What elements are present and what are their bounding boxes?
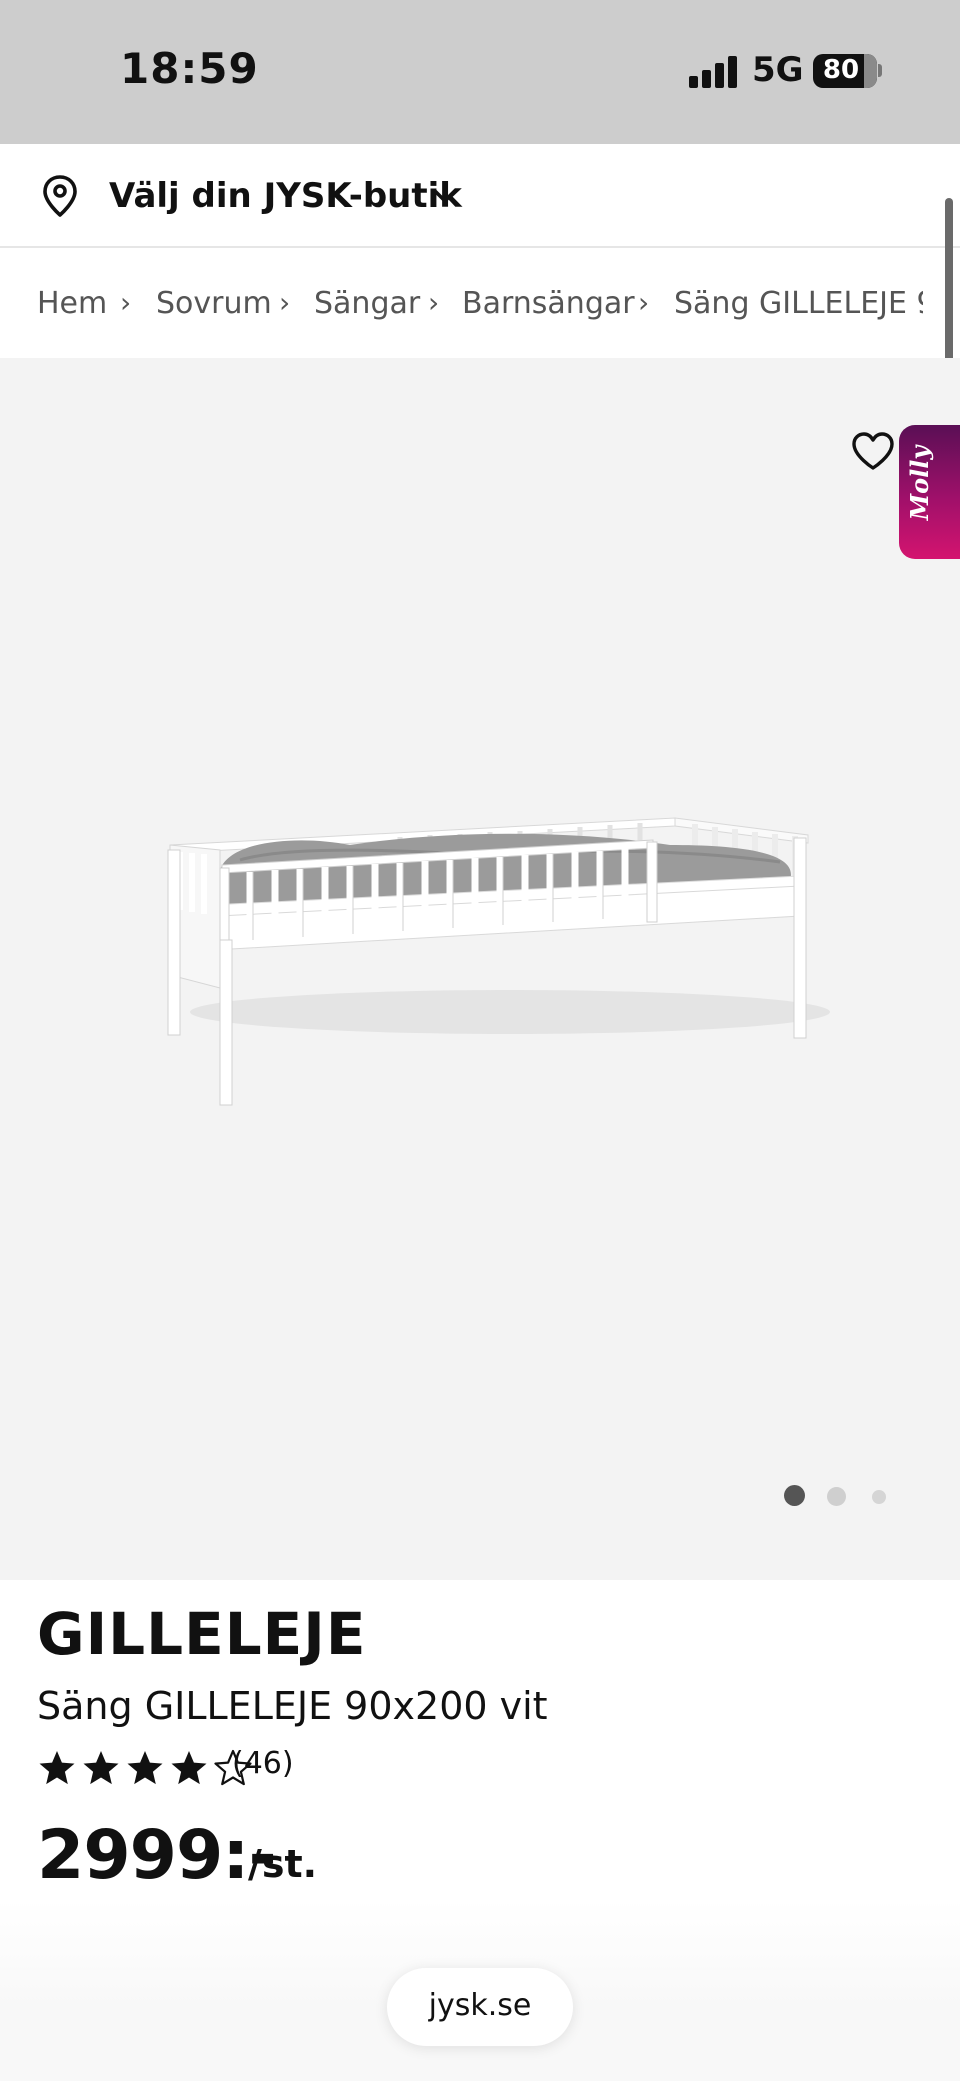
breadcrumb-item-current: Säng GILLELEJE 90x200 vit (674, 286, 923, 321)
star-filled-icon (39, 1751, 75, 1785)
battery-icon: 80 (813, 54, 877, 88)
star-filled-icon (83, 1751, 119, 1785)
carousel-dot-active[interactable] (784, 1485, 805, 1506)
breadcrumb-item-sangar[interactable]: Sängar (314, 286, 420, 321)
breadcrumb-separator: › (428, 286, 440, 319)
cellular-signal-icon (689, 56, 739, 88)
breadcrumb-item-sovrum[interactable]: Sovrum (156, 286, 272, 321)
status-bar: 18:59 5G 80 (0, 0, 960, 144)
product-brand: GILLELEJE (37, 1600, 367, 1668)
breadcrumb-separator: › (279, 286, 291, 319)
molly-chat-widget[interactable]: Molly (899, 425, 960, 559)
heart-outline-icon[interactable] (850, 430, 896, 472)
breadcrumb-item-hem[interactable]: Hem (37, 286, 107, 321)
browser-url: jysk.se (428, 1988, 532, 2023)
price-unit: /st. (248, 1842, 318, 1886)
star-filled-icon (127, 1751, 163, 1785)
store-selector-label: Välj din JYSK-butik (109, 176, 462, 216)
molly-chat-label: Molly (905, 445, 934, 521)
battery-level: 80 (822, 55, 860, 85)
status-time: 18:59 (120, 44, 259, 93)
product-name: Säng GILLELEJE 90x200 vit (37, 1684, 548, 1728)
breadcrumb: Hem › Sovrum › Sängar › Barnsängar › Sän… (0, 250, 923, 358)
battery-tip (878, 64, 882, 77)
browser-address-bar[interactable]: jysk.se (387, 1968, 573, 2046)
carousel-dot[interactable] (872, 1490, 886, 1504)
breadcrumb-separator: › (120, 286, 132, 319)
chevron-down-icon (433, 189, 457, 203)
star-filled-icon (171, 1751, 207, 1785)
breadcrumb-item-barnsangar[interactable]: Barnsängar (462, 286, 635, 321)
carousel-dot[interactable] (827, 1487, 846, 1506)
map-pin-icon (43, 175, 77, 217)
breadcrumb-separator: › (638, 286, 650, 319)
product-image (167, 817, 830, 1106)
network-type: 5G (752, 50, 804, 90)
review-count[interactable]: (46) (232, 1746, 294, 1781)
store-selector[interactable]: Välj din JYSK-butik (0, 144, 960, 248)
product-price: 2999:- (37, 1816, 277, 1895)
